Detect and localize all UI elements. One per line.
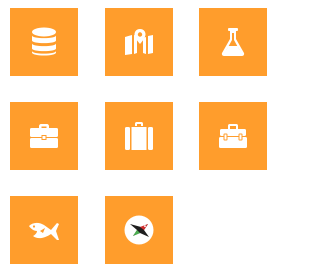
icon-grid [0, 0, 267, 264]
bird-logo-tile[interactable] [105, 196, 173, 264]
suitcase-icon [125, 122, 153, 150]
bird-logo-icon [124, 215, 154, 245]
flask-icon [221, 28, 245, 56]
flask-tile[interactable] [199, 8, 267, 76]
toolbox-tile[interactable] [199, 102, 267, 170]
toolbox-icon [219, 124, 247, 148]
map-tile[interactable] [105, 8, 173, 76]
briefcase-icon [30, 124, 58, 148]
database-icon [32, 27, 56, 56]
fish-icon [29, 222, 59, 240]
briefcase-tile[interactable] [10, 102, 78, 170]
suitcase-tile[interactable] [105, 102, 173, 170]
map-marker-icon [125, 29, 153, 55]
database-tile[interactable] [10, 8, 78, 76]
fish-tile[interactable] [10, 196, 78, 264]
